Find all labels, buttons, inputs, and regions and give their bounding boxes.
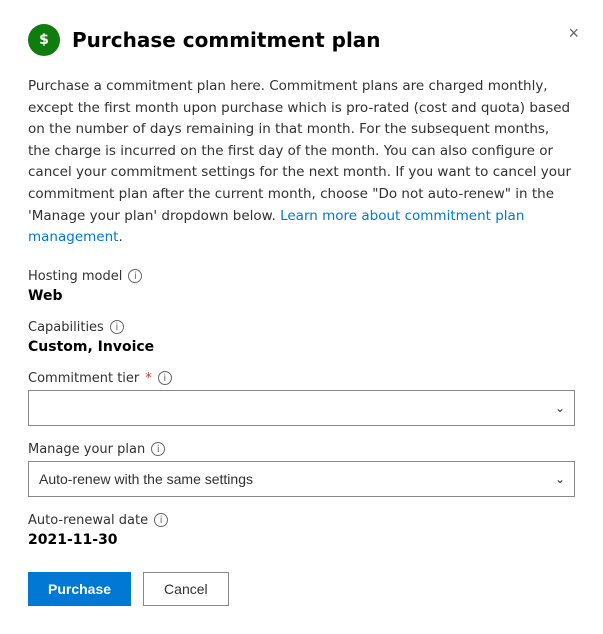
purchase-commitment-dialog: $ Purchase commitment plan × Purchase a … bbox=[0, 0, 603, 634]
hosting-model-label: Hosting model i bbox=[28, 269, 575, 284]
capabilities-info-icon[interactable]: i bbox=[110, 320, 124, 334]
hosting-model-field: Hosting model i Web bbox=[28, 269, 575, 304]
dialog-title: Purchase commitment plan bbox=[72, 28, 575, 52]
commitment-tier-label: Commitment tier * i bbox=[28, 371, 575, 386]
manage-plan-label: Manage your plan i bbox=[28, 442, 575, 457]
commitment-tier-dropdown-wrapper: ⌄ bbox=[28, 390, 575, 426]
app-icon-label: $ bbox=[39, 32, 49, 48]
manage-plan-field: Manage your plan i Auto-renew with the s… bbox=[28, 442, 575, 497]
required-marker: * bbox=[145, 371, 152, 386]
dialog-header: $ Purchase commitment plan × bbox=[28, 24, 575, 56]
description-text: Purchase a commitment plan here. Commitm… bbox=[28, 76, 575, 249]
auto-renewal-date-field: Auto-renewal date i 2021-11-30 bbox=[28, 513, 575, 548]
purchase-button[interactable]: Purchase bbox=[28, 572, 131, 606]
commitment-tier-info-icon[interactable]: i bbox=[158, 371, 172, 385]
manage-plan-info-icon[interactable]: i bbox=[151, 442, 165, 456]
auto-renewal-date-info-icon[interactable]: i bbox=[154, 513, 168, 527]
capabilities-field: Capabilities i Custom, Invoice bbox=[28, 320, 575, 355]
capabilities-label: Capabilities i bbox=[28, 320, 575, 335]
capabilities-value: Custom, Invoice bbox=[28, 339, 575, 355]
commitment-tier-dropdown[interactable] bbox=[28, 390, 575, 426]
button-row: Purchase Cancel bbox=[28, 572, 575, 606]
description-body: Purchase a commitment plan here. Commitm… bbox=[28, 78, 571, 224]
manage-plan-dropdown-wrapper: Auto-renew with the same settings Do not… bbox=[28, 461, 575, 497]
hosting-model-value: Web bbox=[28, 288, 575, 304]
auto-renewal-date-label: Auto-renewal date i bbox=[28, 513, 575, 528]
close-button[interactable]: × bbox=[564, 20, 583, 46]
auto-renewal-date-value: 2021-11-30 bbox=[28, 532, 575, 548]
cancel-button[interactable]: Cancel bbox=[143, 572, 229, 606]
manage-plan-dropdown[interactable]: Auto-renew with the same settings Do not… bbox=[28, 461, 575, 497]
hosting-model-info-icon[interactable]: i bbox=[128, 269, 142, 283]
commitment-tier-field: Commitment tier * i ⌄ bbox=[28, 371, 575, 426]
app-icon: $ bbox=[28, 24, 60, 56]
